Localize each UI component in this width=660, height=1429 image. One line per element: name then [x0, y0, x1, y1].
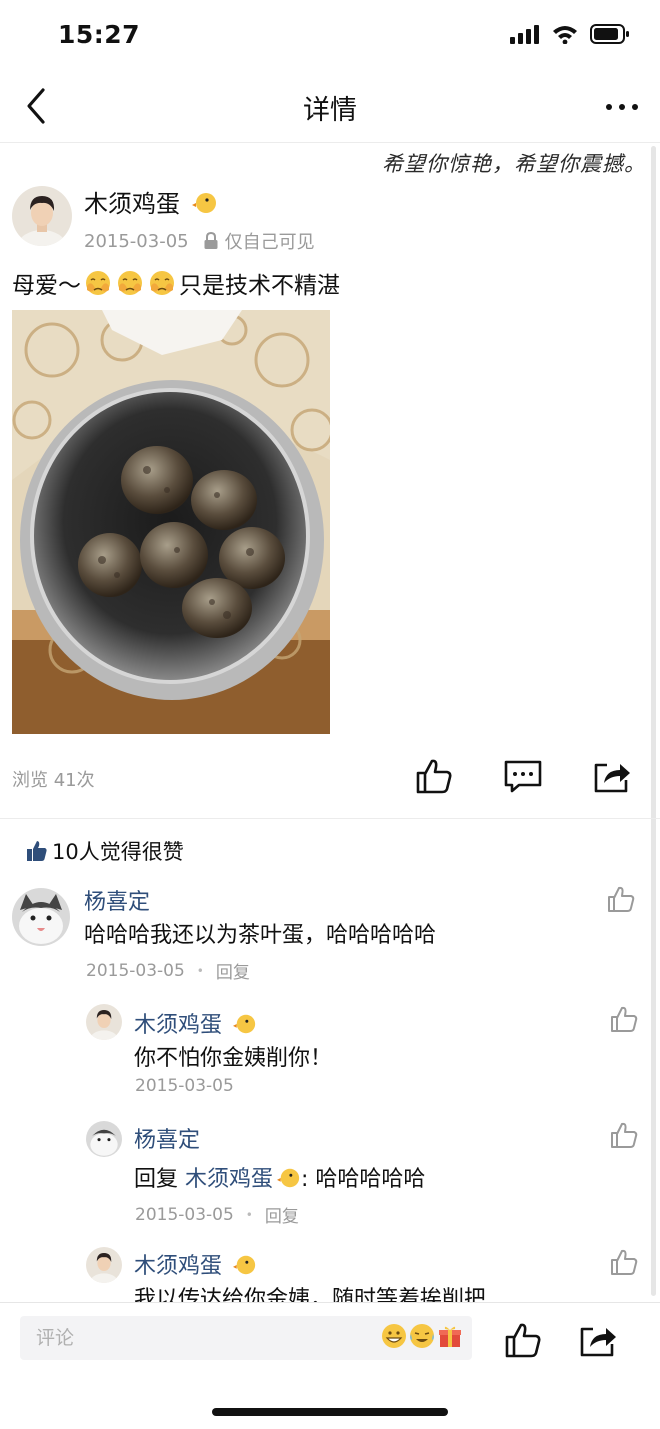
scrollbar[interactable] — [651, 146, 656, 1296]
crying-emoji-icon — [150, 271, 174, 295]
post-photo[interactable] — [12, 310, 330, 734]
reply-text: 你不怕你金姨削你！ — [134, 1046, 333, 1071]
reply-text: 回复 木须鸡蛋 : 哈哈哈哈哈 — [134, 1161, 425, 1193]
share-button[interactable] — [592, 756, 632, 796]
comment-meta: 2015-03-05 • 回复 — [86, 958, 250, 984]
comment-author[interactable]: 杨喜定 — [84, 884, 150, 916]
reply-avatar[interactable] — [86, 1121, 122, 1157]
chick-emoji-icon — [277, 1168, 300, 1188]
signal-icon — [510, 25, 539, 44]
reply-like-button[interactable] — [609, 1004, 639, 1034]
thumbs-up-outline-icon — [611, 1249, 638, 1275]
thumbs-up-icon — [416, 759, 452, 794]
bottom-share-button[interactable] — [578, 1320, 618, 1360]
reply-avatar[interactable] — [86, 1004, 122, 1040]
reply-author[interactable]: 杨喜定 — [134, 1122, 200, 1154]
reply-author-text: 木须鸡蛋 — [134, 1254, 223, 1279]
post-date: 2015-03-05 — [84, 230, 189, 252]
thumbs-up-filled-icon — [27, 841, 47, 861]
thumbs-up-outline-icon — [611, 1006, 638, 1032]
more-dots-icon — [606, 104, 638, 110]
reply-like-button[interactable] — [609, 1247, 639, 1277]
thumbs-up-outline-icon — [608, 886, 635, 912]
person-avatar-icon — [12, 186, 72, 246]
reply-like-button[interactable] — [609, 1120, 639, 1150]
home-indicator[interactable] — [212, 1408, 448, 1416]
reply-prefix: 回复 — [134, 1167, 179, 1192]
emoji-picker-button[interactable] — [380, 1322, 464, 1350]
reply-date: 2015-03-05 — [135, 1204, 234, 1225]
post-meta: 2015-03-05 仅自己可见 — [84, 228, 315, 254]
post-text-before: 母爱～ — [12, 273, 81, 299]
share-icon — [580, 1327, 616, 1357]
comment-text: 哈哈哈我还以为茶叶蛋，哈哈哈哈哈 — [84, 923, 437, 948]
comment-like-button[interactable] — [606, 884, 636, 914]
reply-date: 2015-03-05 — [135, 1076, 234, 1096]
chick-emoji-icon — [233, 1014, 256, 1034]
post-text: 母爱～ 只是技术不精湛 — [12, 266, 340, 300]
thumbs-up-outline-icon — [611, 1122, 638, 1148]
share-icon — [594, 763, 630, 793]
chick-emoji-icon — [191, 193, 216, 213]
author-avatar[interactable] — [12, 186, 72, 246]
reply-meta: 2015-03-05 — [135, 1076, 234, 1096]
nav-divider — [0, 142, 660, 143]
reply-author-text: 木须鸡蛋 — [134, 1013, 223, 1038]
lock-icon — [204, 232, 218, 249]
comment-bubble-icon — [504, 760, 542, 793]
reply-author[interactable]: 木须鸡蛋 — [134, 1007, 257, 1039]
cry-emoji-icons — [83, 268, 177, 298]
wifi-icon — [553, 26, 577, 44]
view-count: 浏览 41次 — [12, 770, 95, 791]
laugh-cry-emoji-icon — [410, 1324, 434, 1348]
reply-link[interactable]: 回复 — [216, 958, 250, 983]
chick-emoji-icon — [233, 1255, 256, 1275]
page-title: 详情 — [303, 95, 357, 126]
status-icons — [510, 24, 630, 44]
comment-date: 2015-03-05 — [86, 960, 185, 981]
meta-separator: • — [245, 1207, 253, 1222]
crying-emoji-icon — [86, 271, 110, 295]
cat-avatar-icon — [86, 1121, 122, 1157]
reply-avatar[interactable] — [86, 1247, 122, 1283]
likes-summary-text: 10人觉得很赞 — [52, 840, 184, 864]
reply-meta: 2015-03-05 • 回复 — [135, 1202, 299, 1228]
comment-button[interactable] — [503, 756, 543, 796]
watermark-text: 希望你惊艳，希望你震撼。 — [382, 152, 646, 176]
reply-author[interactable]: 木须鸡蛋 — [134, 1248, 257, 1280]
eggs-in-bowl-photo — [12, 310, 330, 734]
author-name[interactable]: 木须鸡蛋 — [84, 184, 218, 219]
person-avatar-icon — [86, 1247, 122, 1283]
section-divider — [0, 818, 660, 819]
post-text-after: 只是技术不精湛 — [179, 273, 340, 299]
battery-icon — [590, 24, 629, 44]
post-visibility: 仅自己可见 — [224, 232, 315, 253]
person-avatar-icon — [86, 1004, 122, 1040]
reply-body: : 哈哈哈哈哈 — [301, 1167, 426, 1192]
reply-target[interactable]: 木须鸡蛋 — [185, 1167, 273, 1192]
crying-emoji-icon — [118, 271, 142, 295]
gift-emoji-icon — [439, 1326, 461, 1347]
thumbs-up-icon — [505, 1323, 541, 1358]
likes-summary[interactable]: 10人觉得很赞 — [26, 836, 184, 866]
bottom-like-button[interactable] — [503, 1320, 543, 1360]
reply-link[interactable]: 回复 — [265, 1202, 299, 1227]
more-button[interactable] — [602, 92, 642, 122]
grin-emoji-icon — [382, 1324, 406, 1348]
comment-avatar[interactable] — [12, 888, 70, 946]
author-name-text: 木须鸡蛋 — [84, 190, 180, 218]
status-time: 15:27 — [58, 20, 141, 49]
like-button[interactable] — [414, 756, 454, 796]
cat-avatar-icon — [12, 888, 70, 946]
meta-separator: • — [196, 963, 204, 978]
